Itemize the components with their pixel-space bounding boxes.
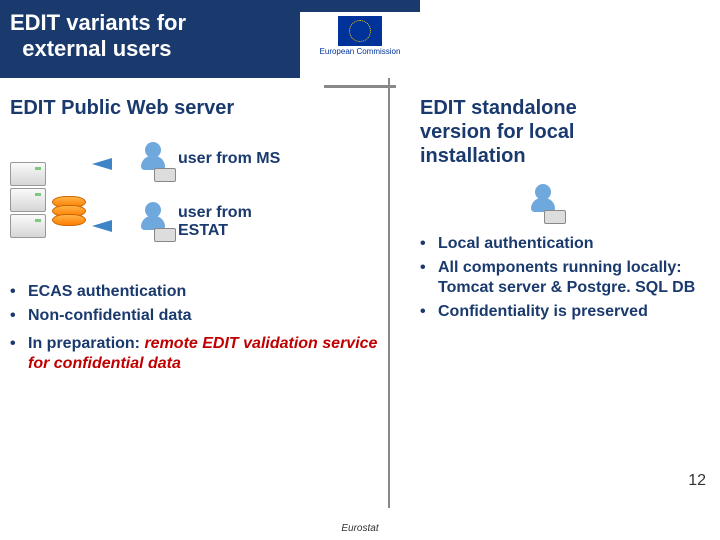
ec-logo-text: European Commission <box>320 48 401 57</box>
footer-eurostat: Eurostat <box>0 523 720 534</box>
slide-body: EDIT Public Web server user from MS <box>0 78 720 540</box>
left-heading: EDIT Public Web server <box>10 96 380 120</box>
list-item: In preparation: remote EDIT validation s… <box>10 334 380 374</box>
list-item: ECAS authentication <box>10 282 380 302</box>
list-item: Non-confidential data <box>10 306 380 326</box>
user-ms-icon <box>130 142 176 182</box>
user-standalone-icon <box>520 184 566 224</box>
header-white-bg <box>420 0 720 78</box>
vertical-divider <box>388 78 390 508</box>
title-line2: external users <box>22 36 171 61</box>
list-item: Local authentication <box>420 234 700 254</box>
page-number: 12 <box>688 472 706 490</box>
left-column: EDIT Public Web server user from MS <box>10 96 380 378</box>
arrow-icon <box>92 158 112 170</box>
left-bullets: ECAS authentication Non-confidential dat… <box>10 282 380 326</box>
title-line1: EDIT variants for <box>10 10 186 35</box>
ec-logo: European Commission <box>300 12 420 84</box>
right-column: EDIT standalone version for local instal… <box>420 96 700 326</box>
eu-flag-icon <box>338 16 382 46</box>
right-bullets: Local authentication All components runn… <box>420 234 700 322</box>
user-ms-label: user from MS <box>178 150 280 168</box>
prep-prefix: In preparation: <box>28 335 144 352</box>
slide-title: EDIT variants for external users <box>0 0 280 63</box>
right-heading: EDIT standalone version for local instal… <box>420 96 700 168</box>
server-diagram: user from MS user from ESTAT <box>10 134 380 274</box>
server-icon <box>10 162 46 240</box>
user-estat-label: user from ESTAT <box>178 204 252 239</box>
list-item: Confidentiality is preserved <box>420 302 700 322</box>
user-estat-icon <box>130 202 176 242</box>
arrow-icon <box>92 220 112 232</box>
list-item: All components running locally: Tomcat s… <box>420 258 700 298</box>
left-prep-bullets: In preparation: remote EDIT validation s… <box>10 334 380 374</box>
slide-header: EDIT variants for external users Europea… <box>0 0 720 78</box>
database-icon <box>52 196 86 223</box>
